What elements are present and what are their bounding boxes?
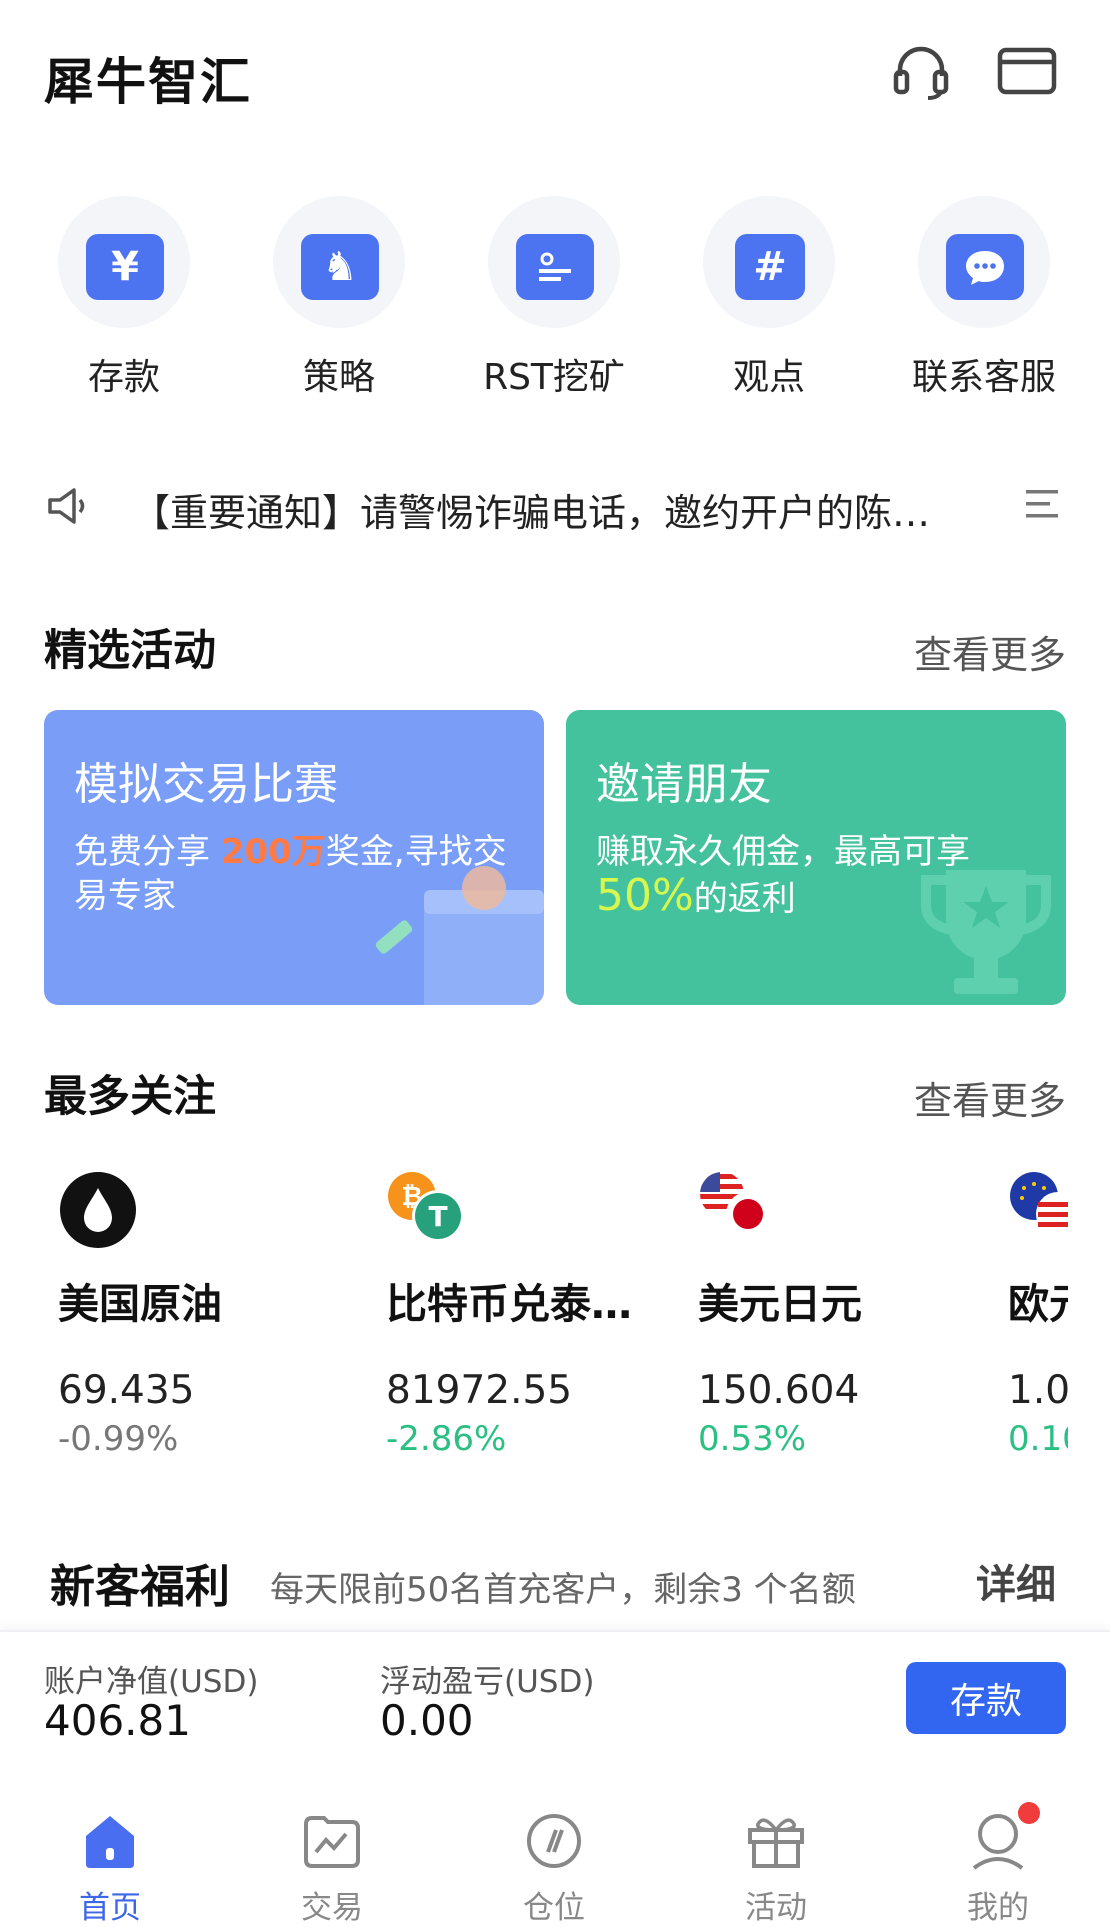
promo-desc: 每天限前50名首充客户，剩余3 个名额 (270, 1570, 856, 1610)
chat-icon (932, 234, 1024, 300)
notice-text: 【重要通知】请警惕诈骗电话，邀约开户的陈… (132, 491, 931, 535)
pnl-label: 浮动盈亏(USD) (380, 1664, 595, 1700)
watch-item-us-crude[interactable]: 美国原油 69.435 -0.99% (58, 1170, 358, 1459)
mail-icon[interactable] (996, 40, 1058, 102)
watchlist-see-more-link[interactable]: 查看更多 (914, 1070, 1066, 1125)
watch-name: 比特币兑泰… (386, 1280, 632, 1328)
gift-icon (744, 1810, 808, 1872)
watch-name: 美国原油 (58, 1280, 222, 1328)
watchlist-title: 最多关注 (44, 1072, 216, 1122)
quick-action-strategy[interactable]: ♞ 策略 (249, 196, 429, 400)
deposit-icon: ¥ (86, 218, 164, 300)
tab-profile[interactable]: 我的 (938, 1802, 1058, 1927)
watch-name: 欧元 (1008, 1280, 1068, 1328)
featured-see-more-link[interactable]: 查看更多 (914, 624, 1066, 679)
watch-price: 150.604 (698, 1368, 860, 1413)
watch-price: 69.435 (58, 1368, 195, 1413)
promo-detail-link[interactable]: 详细 (976, 1552, 1056, 1610)
mining-icon (502, 234, 594, 300)
headset-icon[interactable] (890, 40, 952, 102)
new-customer-promo: 新客福利 每天限前50名首充客户，剩余3 个名额 详细 (0, 1548, 1110, 1618)
equity-value: 406.81 (44, 1696, 191, 1745)
card-invite-friends[interactable]: 邀请朋友 赚取永久佣金，最高可享 50%的返利 (566, 710, 1066, 1005)
quick-action-support[interactable]: 联系客服 (894, 196, 1074, 400)
watch-price: 1.04 (1008, 1368, 1068, 1413)
home-icon (78, 1810, 142, 1872)
bitcoin-tether-icon: ₿ T (386, 1170, 472, 1250)
card-trading-competition[interactable]: 模拟交易比赛 免费分享 200万奖金,寻找交易专家 (44, 710, 544, 1005)
deposit-button[interactable]: 存款 (906, 1662, 1066, 1734)
quick-action-views[interactable]: # 观点 (679, 196, 859, 400)
tab-label: 仓位 (523, 1890, 585, 1926)
card-desc: 赚取永久佣金，最高可享 50%的返利 (596, 832, 970, 921)
card-desc: 免费分享 200万奖金,寻找交易专家 (74, 832, 507, 916)
eur-usd-flags-icon (1008, 1170, 1068, 1250)
watch-change: -0.99% (58, 1419, 179, 1459)
notice-bar[interactable]: 【重要通知】请警惕诈骗电话，邀约开户的陈… (0, 470, 1110, 540)
quick-actions: ¥ 存款 ♞ 策略 RST挖矿 # 观点 联系客服 (0, 196, 1110, 398)
user-icon (966, 1802, 1040, 1872)
notification-dot (1018, 1802, 1040, 1824)
chart-icon (300, 1810, 364, 1872)
oil-drop-icon (58, 1170, 144, 1250)
menu-icon[interactable] (1020, 484, 1064, 524)
app-title: 犀牛智汇 (44, 53, 252, 111)
watch-item-usd-jpy[interactable]: 美元日元 150.604 0.53% (698, 1170, 998, 1459)
account-summary: 账户净值(USD) 406.81 浮动盈亏(USD) 0.00 存款 (0, 1630, 1110, 1782)
svg-text:T: T (428, 1200, 447, 1233)
tab-positions[interactable]: 仓位 (494, 1810, 614, 1927)
watch-price: 81972.55 (386, 1368, 573, 1413)
card-title: 模拟交易比赛 (74, 759, 338, 810)
quick-action-label: 观点 (732, 357, 805, 398)
bottom-tab-bar: 首页 交易 仓位 活动 我的 (0, 1782, 1110, 1927)
hashtag-icon: # (735, 234, 819, 300)
watch-change: -2.86% (386, 1419, 507, 1459)
position-icon (522, 1810, 586, 1872)
tab-label: 交易 (301, 1890, 363, 1926)
tab-home[interactable]: 首页 (50, 1810, 170, 1927)
quick-action-label: RST挖矿 (483, 357, 625, 398)
promo-title: 新客福利 (50, 1560, 231, 1613)
tab-label: 我的 (967, 1890, 1029, 1926)
header: 犀牛智汇 (0, 0, 1110, 150)
watch-change: 0.53% (698, 1419, 807, 1459)
equity-label: 账户净值(USD) (44, 1664, 259, 1700)
quick-action-label: 联系客服 (911, 357, 1056, 398)
usd-jpy-flags-icon (698, 1170, 784, 1250)
watch-item-eur-usd[interactable]: 欧元 1.04 0.10 (1008, 1170, 1068, 1459)
tab-label: 首页 (79, 1890, 141, 1926)
speaker-icon (44, 482, 92, 530)
strategy-icon: ♞ (301, 234, 393, 300)
quick-action-mining[interactable]: RST挖矿 (464, 196, 644, 400)
tab-activities[interactable]: 活动 (716, 1810, 836, 1927)
tab-label: 活动 (745, 1890, 807, 1926)
tab-trade[interactable]: 交易 (272, 1810, 392, 1927)
quick-action-label: 策略 (302, 357, 375, 398)
quick-action-label: 存款 (87, 357, 160, 398)
watch-name: 美元日元 (698, 1280, 862, 1328)
card-title: 邀请朋友 (596, 759, 772, 810)
pnl-value: 0.00 (380, 1696, 474, 1745)
quick-action-deposit[interactable]: ¥ 存款 (34, 196, 214, 400)
featured-title: 精选活动 (44, 626, 216, 676)
watch-change: 0.10 (1008, 1419, 1068, 1459)
watch-item-btc-usdt[interactable]: ₿ T 比特币兑泰… 81972.55 -2.86% (386, 1170, 686, 1459)
